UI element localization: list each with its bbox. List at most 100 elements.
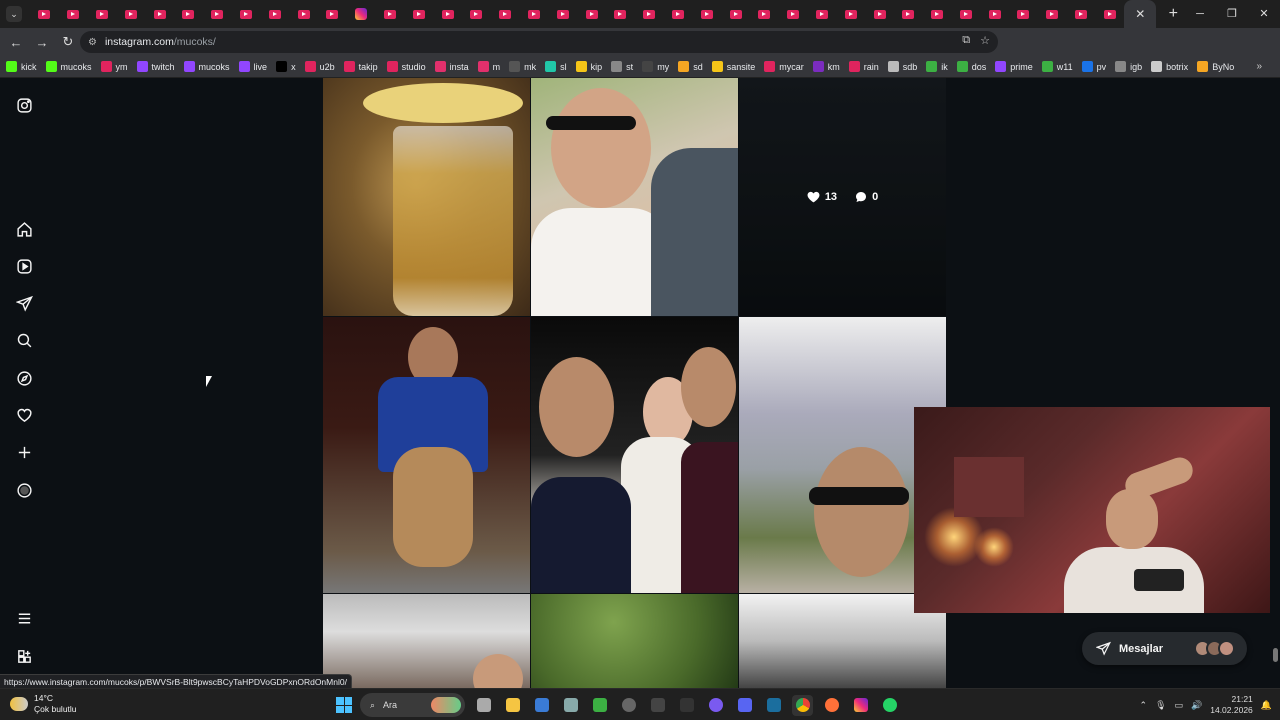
bookmark-item[interactable]: sansite [711, 61, 755, 72]
restore-button[interactable]: ❐ [1216, 0, 1248, 28]
browser-tab[interactable] [347, 0, 376, 28]
bookmark-item[interactable]: sl [545, 61, 567, 72]
bookmark-item[interactable]: x [276, 61, 296, 72]
reels-icon[interactable] [15, 257, 33, 275]
browser-tab[interactable] [145, 0, 174, 28]
bookmark-item[interactable]: mucoks [45, 61, 92, 72]
explore-icon[interactable] [15, 369, 33, 387]
bookmark-item[interactable]: studio [386, 61, 426, 72]
profile-icon[interactable] [15, 481, 33, 499]
forward-button[interactable]: → [30, 30, 54, 54]
post-tile[interactable] [323, 317, 530, 593]
browser-tab[interactable] [462, 0, 491, 28]
close-tab-icon[interactable]: ✕ [1135, 7, 1145, 21]
network-icon[interactable]: ▭ [1175, 700, 1184, 711]
create-icon[interactable] [15, 443, 33, 461]
file-explorer-icon[interactable] [502, 695, 523, 716]
notifications-bell-icon[interactable]: 🔔 [1261, 700, 1272, 711]
notifications-icon[interactable] [15, 406, 33, 424]
browser-tab[interactable] [952, 0, 981, 28]
bookmarks-overflow-button[interactable]: » [1256, 61, 1262, 72]
browser-tab[interactable] [520, 0, 549, 28]
instagram-icon[interactable] [15, 96, 33, 114]
browser-tab[interactable] [577, 0, 606, 28]
search-icon[interactable] [15, 331, 33, 349]
browser-tab[interactable] [606, 0, 635, 28]
install-app-icon[interactable]: ⧉ [962, 34, 970, 47]
more-apps-icon[interactable] [15, 647, 33, 665]
browser-tab[interactable] [30, 0, 59, 28]
tray-overflow-icon[interactable]: ⌃ [1140, 700, 1148, 711]
post-tile[interactable] [531, 594, 738, 688]
browser-tab[interactable] [404, 0, 433, 28]
browser-tab[interactable] [1067, 0, 1096, 28]
new-tab-button[interactable]: + [1162, 5, 1184, 23]
browser-tab[interactable] [88, 0, 117, 28]
browser-tab[interactable] [721, 0, 750, 28]
bookmark-item[interactable]: takip [343, 61, 378, 72]
browser-tab[interactable] [174, 0, 203, 28]
browser-tab[interactable] [635, 0, 664, 28]
browser-tab[interactable] [750, 0, 779, 28]
close-window-button[interactable]: ✕ [1248, 0, 1280, 28]
browser-tab[interactable] [664, 0, 693, 28]
bookmark-item[interactable]: mycar [764, 61, 804, 72]
bookmark-item[interactable]: prime [995, 61, 1033, 72]
post-tile[interactable] [531, 78, 738, 316]
bookmark-item[interactable]: rain [848, 61, 879, 72]
bookmark-item[interactable]: pv [1081, 61, 1106, 72]
post-tile[interactable] [531, 317, 738, 593]
browser-tab[interactable] [260, 0, 289, 28]
home-icon[interactable] [15, 220, 33, 238]
browser-tab[interactable] [692, 0, 721, 28]
browser-tab[interactable] [980, 0, 1009, 28]
browser-tab[interactable] [548, 0, 577, 28]
discord-icon[interactable] [734, 695, 755, 716]
volume-icon[interactable]: 🔊 [1191, 700, 1202, 711]
bookmark-item[interactable]: botrix [1151, 61, 1188, 72]
browser-tab[interactable] [1038, 0, 1067, 28]
bookmark-item[interactable]: mk [509, 61, 536, 72]
clock[interactable]: 21:21 14.02.2026 [1210, 694, 1253, 716]
bookmark-item[interactable]: mucoks [183, 61, 230, 72]
headset-app-icon[interactable] [589, 695, 610, 716]
task-view-icon[interactable] [473, 695, 494, 716]
reload-button[interactable]: ↻ [56, 30, 80, 54]
browser-tab[interactable] [779, 0, 808, 28]
bookmark-item[interactable]: st [611, 61, 633, 72]
bookmark-item[interactable]: sd [678, 61, 703, 72]
browser-tab[interactable] [1009, 0, 1038, 28]
browser-tab[interactable] [491, 0, 520, 28]
site-info-icon[interactable]: ⚙ [88, 37, 97, 48]
browser-tab[interactable] [203, 0, 232, 28]
active-tab[interactable]: ✕ [1124, 0, 1157, 28]
scrollbar-thumb[interactable] [1273, 648, 1278, 662]
post-tile-hovered[interactable]: 13 0 [739, 78, 946, 316]
store-icon[interactable] [531, 695, 552, 716]
bookmark-item[interactable]: igb [1115, 61, 1142, 72]
bookmark-star-icon[interactable]: ☆ [980, 34, 990, 47]
app-icon[interactable] [705, 695, 726, 716]
firefox-icon[interactable] [821, 695, 842, 716]
browser-tab[interactable] [923, 0, 952, 28]
minimize-button[interactable]: ─ [1184, 0, 1216, 28]
browser-tab[interactable] [1095, 0, 1124, 28]
browser-tab[interactable] [59, 0, 88, 28]
obs-icon[interactable] [647, 695, 668, 716]
browser-tab[interactable] [116, 0, 145, 28]
epic-icon[interactable] [676, 695, 697, 716]
browser-tab[interactable] [433, 0, 462, 28]
browser-tab[interactable] [808, 0, 837, 28]
messages-icon[interactable] [15, 294, 33, 312]
bookmark-item[interactable]: ByNo [1197, 61, 1234, 72]
bookmark-item[interactable]: ym [100, 61, 128, 72]
instagram-app-icon[interactable] [850, 695, 871, 716]
bookmark-item[interactable]: insta [434, 61, 469, 72]
microphone-icon[interactable]: 🎙 [1155, 700, 1166, 711]
bookmark-item[interactable]: kick [6, 61, 37, 72]
menu-icon[interactable] [15, 609, 33, 627]
browser-tab[interactable] [232, 0, 261, 28]
taskbar-search[interactable]: ⌕ Ara [360, 693, 465, 717]
browser-tab[interactable] [836, 0, 865, 28]
address-bar[interactable]: ⚙ instagram.com/mucoks/ ⧉ ☆ [80, 31, 998, 53]
